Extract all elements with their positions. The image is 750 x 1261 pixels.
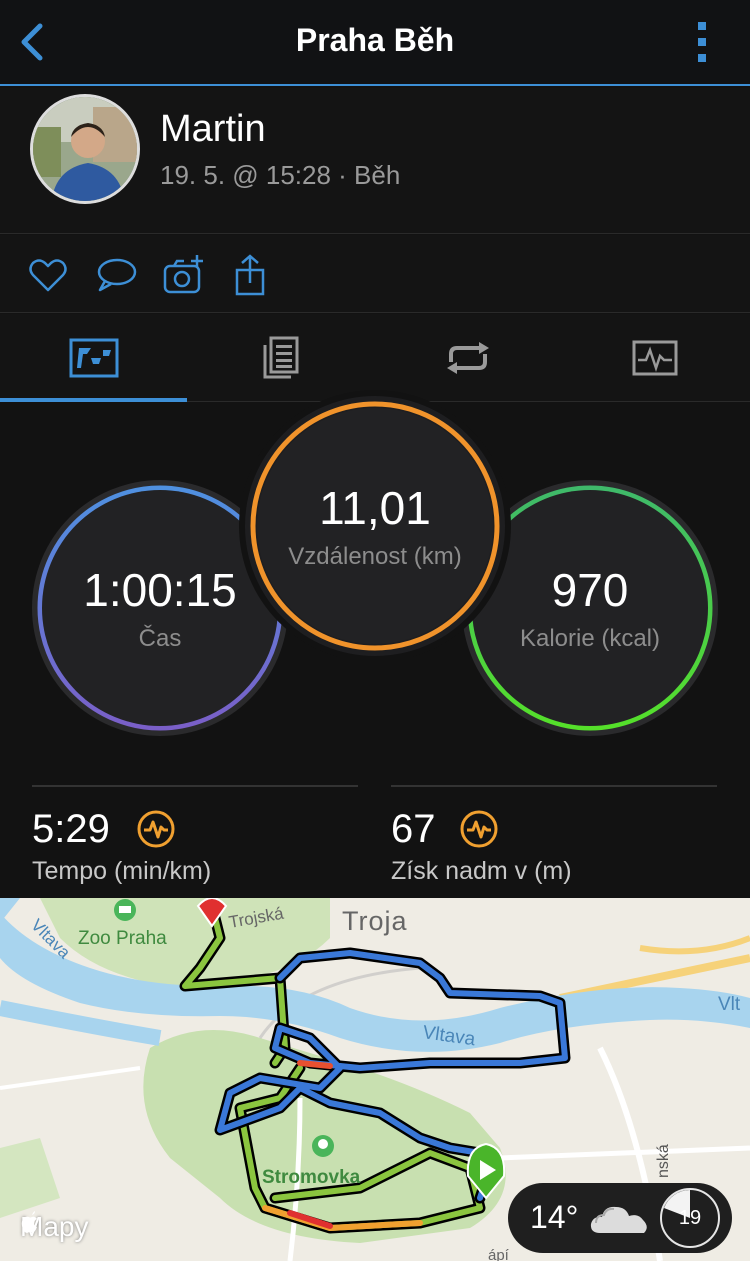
weather-widget[interactable]: 14° 19 [508,1183,732,1253]
details-icon [263,336,298,379]
map-label-troja: Troja [342,906,408,936]
distance-value: 11,01 [319,482,431,534]
cloud-icon [590,1206,647,1233]
activity-tabs [0,314,750,402]
elevation-label: Získ nadm v (m) [391,857,572,885]
map-label-vltava-right: Vlt [718,994,741,1015]
charts-icon [632,340,677,376]
maps-attribution[interactable]: Mapy [20,1211,88,1243]
user-name: Martin [160,108,266,150]
tab-overview[interactable] [0,314,187,402]
laps-icon [446,342,489,374]
time-value: 1:00:15 [83,564,237,616]
tab-details[interactable] [187,314,374,402]
action-bar [0,235,750,313]
pace-metric-icon[interactable] [136,809,176,849]
distance-label: Vzdálenost (km) [288,543,462,570]
pace-stat: 5:29 Tempo (min/km) [32,785,358,885]
distance-ring: 11,01 Vzdálenost (km) [245,396,505,656]
calories-value: 970 [551,564,629,616]
elevation-metric-icon[interactable] [459,809,499,849]
camera-add-icon[interactable] [162,253,206,297]
overview-icon [69,338,118,378]
air-quality-badge: 19 [660,1188,720,1248]
share-icon[interactable] [228,253,272,297]
more-vertical-icon[interactable] [694,20,710,64]
stats-panel: 1:00:15 Čas 970 Kalorie (kcal) 11,01 Vzd… [0,396,750,898]
air-quality-value: 19 [678,1206,702,1229]
pace-label: Tempo (min/km) [32,857,212,885]
apple-logo-icon [21,1211,37,1233]
tab-charts[interactable] [561,314,748,402]
heart-icon[interactable] [26,253,70,297]
app-header: Praha Běh [0,0,750,86]
map-label-stromovka: Stromovka [262,1167,361,1188]
elevation-value: 67 [391,807,436,851]
map-label-street-bottom: ápí [488,1247,510,1261]
weather-temp: 14° [530,1199,579,1235]
pace-value: 5:29 [32,807,110,851]
activity-owner: Martin 19. 5. @ 15:28 · Běh [0,88,750,234]
avatar[interactable] [30,94,140,204]
route-map[interactable]: Zoo Praha Troja Trojská Vltava Vltava Vl… [0,898,750,1261]
tab-laps[interactable] [374,314,561,402]
time-label: Čas [138,625,182,652]
comment-icon[interactable] [94,253,138,297]
page-title: Praha Běh [295,22,455,58]
calories-label: Kalorie (kcal) [519,625,661,652]
activity-meta: 19. 5. @ 15:28 · Běh [160,160,401,190]
elevation-stat: 67 Získ nadm v (m) [391,785,717,885]
map-label-street-right: nská [655,1144,672,1178]
map-label-zoo: Zoo Praha [78,928,167,949]
